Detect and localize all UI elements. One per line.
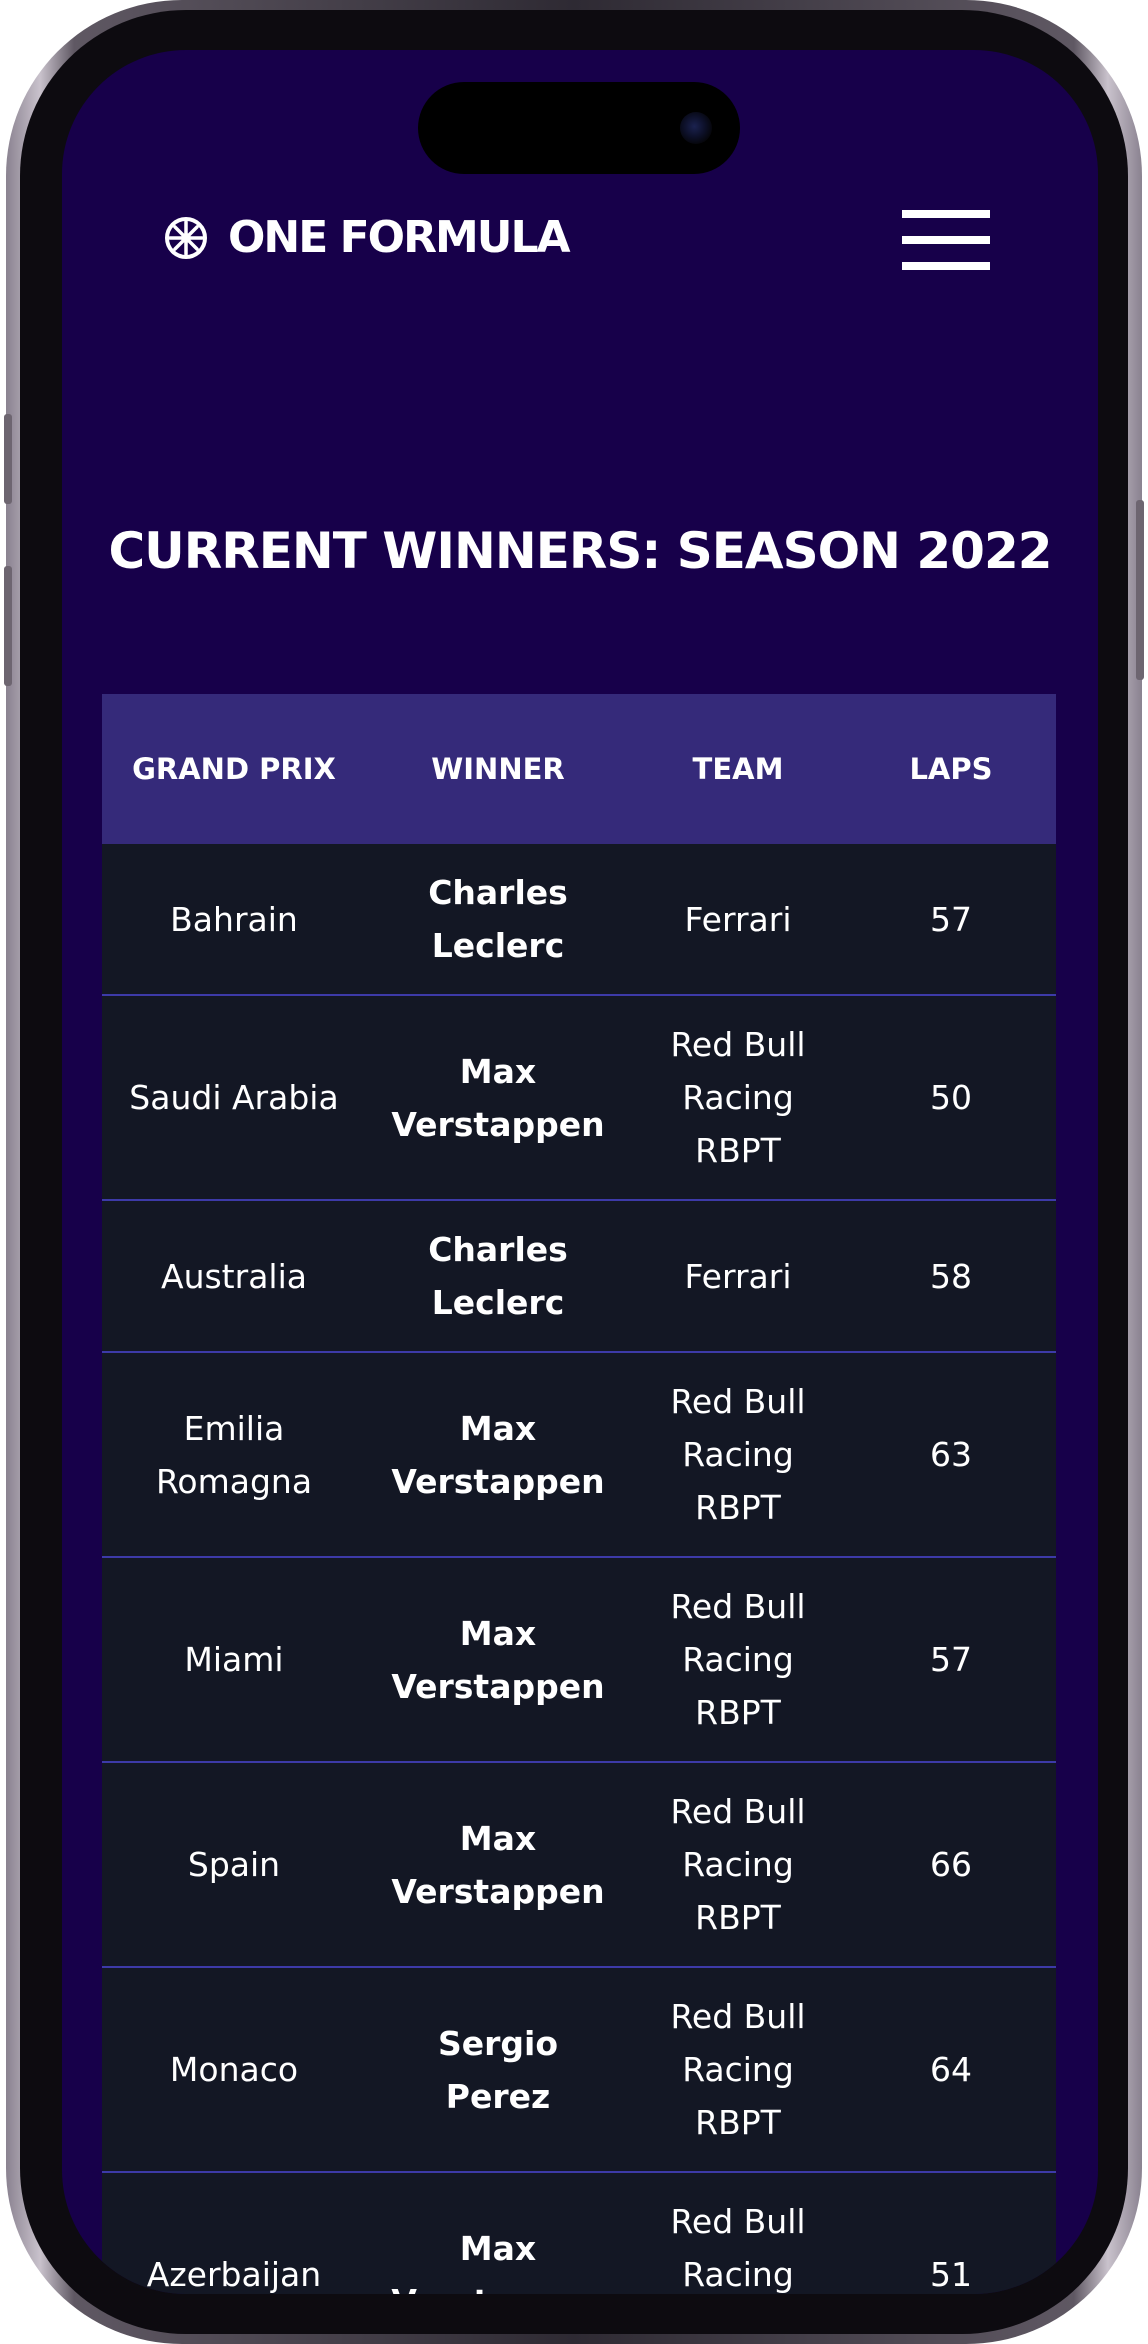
column-header-winner: WINNER [366, 694, 630, 844]
cell-grand-prix: Spain [102, 1762, 366, 1968]
table-row: Monaco Sergio Perez Red Bull Racing RBPT… [102, 1967, 1056, 2173]
cell-grand-prix: Azerbaijan [102, 2172, 366, 2294]
cell-winner: Max Verstappen [366, 1762, 630, 1968]
cell-team: Red Bull Racing RBPT [630, 1967, 846, 2173]
cell-winner: Max Verstappen [366, 995, 630, 1201]
action-button [4, 414, 12, 504]
screen: ONE FORMULA CURRENT WINNERS: SEASON 2022… [62, 50, 1098, 2294]
winners-table: GRAND PRIX WINNER TEAM LAPS Bahrain Char… [102, 694, 1056, 2294]
cell-winner: Max Verstappen [366, 1557, 630, 1763]
camera-icon [680, 112, 712, 144]
cell-team: Red Bull Racing RBPT [630, 995, 846, 1201]
winners-table-container: GRAND PRIX WINNER TEAM LAPS Bahrain Char… [102, 694, 1056, 2294]
wheel-icon [165, 216, 207, 259]
cell-laps: 64 [846, 1967, 1056, 2173]
cell-grand-prix: Australia [102, 1200, 366, 1353]
column-header-laps: LAPS [846, 694, 1056, 844]
table-row: Emilia Romagna Max Verstappen Red Bull R… [102, 1352, 1056, 1558]
cell-grand-prix: Monaco [102, 1967, 366, 2173]
cell-laps: 57 [846, 844, 1056, 996]
cell-winner: Max Verstappen [366, 1352, 630, 1558]
cell-laps: 63 [846, 1352, 1056, 1558]
cell-grand-prix: Emilia Romagna [102, 1352, 366, 1558]
cell-laps: 66 [846, 1762, 1056, 1968]
table-row: Spain Max Verstappen Red Bull Racing RBP… [102, 1762, 1056, 1968]
cell-laps: 57 [846, 1557, 1056, 1763]
cell-winner: Charles Leclerc [366, 844, 630, 996]
brand-logo[interactable]: ONE FORMULA [164, 212, 571, 263]
cell-team: Red Bull Racing RBPT [630, 2172, 846, 2294]
table-header-row: GRAND PRIX WINNER TEAM LAPS [102, 694, 1056, 844]
table-header: GRAND PRIX WINNER TEAM LAPS [102, 694, 1056, 844]
cell-laps: 50 [846, 995, 1056, 1201]
table-row: Saudi Arabia Max Verstappen Red Bull Rac… [102, 995, 1056, 1201]
table-row: Australia Charles Leclerc Ferrari 58 [102, 1200, 1056, 1353]
cell-team: Red Bull Racing RBPT [630, 1762, 846, 1968]
cell-laps: 51 [846, 2172, 1056, 2294]
page-title: CURRENT WINNERS: SEASON 2022 [108, 522, 1052, 580]
hamburger-menu-icon[interactable] [902, 210, 990, 274]
site-header: ONE FORMULA [62, 200, 1098, 290]
table-row: Bahrain Charles Leclerc Ferrari 57 [102, 844, 1056, 996]
cell-grand-prix: Miami [102, 1557, 366, 1763]
cell-winner: Sergio Perez [366, 1967, 630, 2173]
cell-laps: 58 [846, 1200, 1056, 1353]
cell-winner: Charles Leclerc [366, 1200, 630, 1353]
table-row: Azerbaijan Max Verstappen Red Bull Racin… [102, 2172, 1056, 2294]
cell-team: Ferrari [630, 844, 846, 996]
brand-name: ONE FORMULA [228, 212, 571, 263]
dynamic-island [418, 82, 740, 174]
cell-grand-prix: Bahrain [102, 844, 366, 996]
table-body: Bahrain Charles Leclerc Ferrari 57 Saudi… [102, 844, 1056, 2294]
table-row: Miami Max Verstappen Red Bull Racing RBP… [102, 1557, 1056, 1763]
volume-up-button [4, 566, 12, 686]
cell-winner: Max Verstappen [366, 2172, 630, 2294]
cell-grand-prix: Saudi Arabia [102, 995, 366, 1201]
cell-team: Ferrari [630, 1200, 846, 1353]
column-header-team: TEAM [630, 694, 846, 844]
cell-team: Red Bull Racing RBPT [630, 1352, 846, 1558]
column-header-grand-prix: GRAND PRIX [102, 694, 366, 844]
phone-frame: ONE FORMULA CURRENT WINNERS: SEASON 2022… [4, 0, 1144, 2344]
power-button [1136, 500, 1144, 680]
cell-team: Red Bull Racing RBPT [630, 1557, 846, 1763]
